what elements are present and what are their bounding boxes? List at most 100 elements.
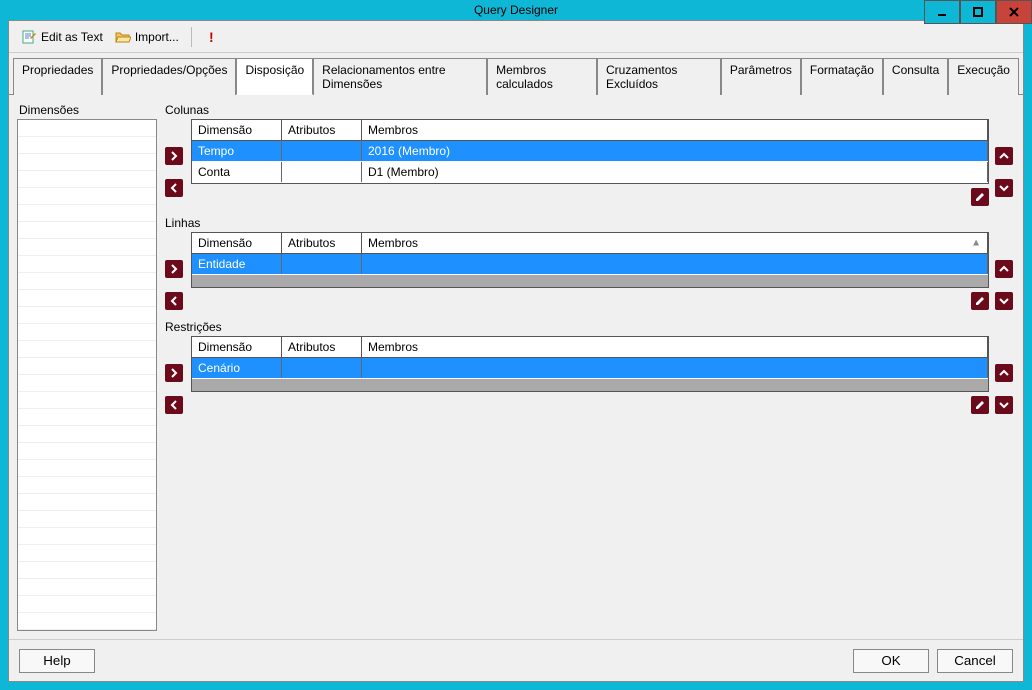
list-row[interactable] [18,205,156,222]
linhas-edit-row [191,292,989,310]
tab-consulta[interactable]: Consulta [883,58,948,95]
col-header-dimensao[interactable]: Dimensão [192,337,282,357]
tab-propriedades-op-es[interactable]: Propriedades/Opções [102,58,236,95]
linhas-move-right-button[interactable] [165,260,183,278]
list-row[interactable] [18,409,156,426]
cell-atributos [282,141,362,161]
colunas-move-down-button[interactable] [995,179,1013,197]
chevron-left-icon [169,400,179,410]
tab-cruzamentos-exclu-dos[interactable]: Cruzamentos Excluídos [597,58,721,95]
maximize-button[interactable] [960,0,996,24]
table-row[interactable]: Entidade [192,254,988,275]
list-row[interactable] [18,154,156,171]
linhas-move-down-button[interactable] [995,292,1013,310]
list-row[interactable] [18,341,156,358]
linhas-move-left-button[interactable] [165,292,183,310]
colunas-move-up-button[interactable] [995,147,1013,165]
restricoes-move-down-button[interactable] [995,396,1013,414]
list-row[interactable] [18,290,156,307]
tab-formata-o[interactable]: Formatação [801,58,883,95]
list-row[interactable] [18,307,156,324]
list-row[interactable] [18,494,156,511]
tab-membros-calculados[interactable]: Membros calculados [487,58,597,95]
chevron-left-icon [169,183,179,193]
list-row[interactable] [18,426,156,443]
close-button[interactable] [996,0,1032,24]
list-row[interactable] [18,545,156,562]
restricoes-move-up-button[interactable] [995,364,1013,382]
move-right-button[interactable] [165,147,183,165]
tab-relacionamentos-entre-dimens-es[interactable]: Relacionamentos entre Dimensões [313,58,487,95]
col-header-dimensao[interactable]: Dimensão [192,120,282,140]
col-header-membros[interactable]: Membros▲ [362,233,988,253]
list-row[interactable] [18,120,156,137]
colunas-edit-button[interactable] [971,188,989,206]
edit-text-icon [21,29,37,45]
help-button[interactable]: Help [19,649,95,673]
list-row[interactable] [18,443,156,460]
col-header-atributos[interactable]: Atributos [282,120,362,140]
linhas-body: Dimensão Atributos Membros▲ Entidade [165,232,1015,310]
linhas-edit-button[interactable] [971,292,989,310]
col-header-dimensao[interactable]: Dimensão [192,233,282,253]
window: Query Designer Edit as Text Import... ! … [0,0,1032,690]
colunas-grid[interactable]: Dimensão Atributos Membros Tempo2016 (Me… [191,119,989,184]
list-row[interactable] [18,256,156,273]
dimensions-list[interactable] [17,119,157,631]
restricoes-edit-button[interactable] [971,396,989,414]
linhas-grid[interactable]: Dimensão Atributos Membros▲ Entidade [191,232,989,288]
list-row[interactable] [18,239,156,256]
list-row[interactable] [18,137,156,154]
linhas-grid-wrap: Dimensão Atributos Membros▲ Entidade [191,232,989,310]
restricoes-move-right-button[interactable] [165,364,183,382]
dialog-footer: Help OK Cancel [9,639,1023,681]
colunas-label: Colunas [165,103,1015,117]
list-row[interactable] [18,222,156,239]
move-left-button[interactable] [165,179,183,197]
chevron-right-icon [169,368,179,378]
list-row[interactable] [18,511,156,528]
list-row[interactable] [18,273,156,290]
linhas-move-up-button[interactable] [995,260,1013,278]
restricoes-left-arrows [165,336,185,414]
list-row[interactable] [18,579,156,596]
list-row[interactable] [18,528,156,545]
titlebar: Query Designer [0,0,1032,20]
table-row[interactable]: Cenário [192,358,988,379]
minimize-button[interactable] [924,0,960,24]
list-row[interactable] [18,562,156,579]
import-button[interactable]: Import... [109,27,185,47]
minimize-icon [937,7,947,17]
alert-button[interactable]: ! [198,27,226,47]
restricoes-grid[interactable]: Dimensão Atributos Membros Cenário [191,336,989,392]
tab-par-metros[interactable]: Parâmetros [721,58,801,95]
list-row[interactable] [18,358,156,375]
chevron-up-icon [999,264,1009,274]
list-row[interactable] [18,188,156,205]
ok-button[interactable]: OK [853,649,929,673]
tab-propriedades[interactable]: Propriedades [13,58,102,95]
colunas-left-arrows [165,119,185,206]
table-row[interactable]: ContaD1 (Membro) [192,162,988,183]
col-header-membros[interactable]: Membros [362,120,988,140]
cancel-button[interactable]: Cancel [937,649,1013,673]
list-row[interactable] [18,477,156,494]
col-header-membros[interactable]: Membros [362,337,988,357]
col-header-atributos[interactable]: Atributos [282,337,362,357]
list-row[interactable] [18,596,156,613]
list-row[interactable] [18,613,156,630]
tab-disposi-o[interactable]: Disposição [236,58,313,95]
list-row[interactable] [18,460,156,477]
tab-execu-o[interactable]: Execução [948,58,1019,95]
list-row[interactable] [18,324,156,341]
list-row[interactable] [18,375,156,392]
pencil-icon [975,296,985,306]
restricoes-move-left-button[interactable] [165,396,183,414]
edit-as-text-button[interactable]: Edit as Text [15,27,109,47]
col-header-atributos[interactable]: Atributos [282,233,362,253]
list-row[interactable] [18,392,156,409]
list-row[interactable] [18,171,156,188]
linhas-label: Linhas [165,216,1015,230]
table-row[interactable]: Tempo2016 (Membro) [192,141,988,162]
colunas-edit-row [191,188,989,206]
